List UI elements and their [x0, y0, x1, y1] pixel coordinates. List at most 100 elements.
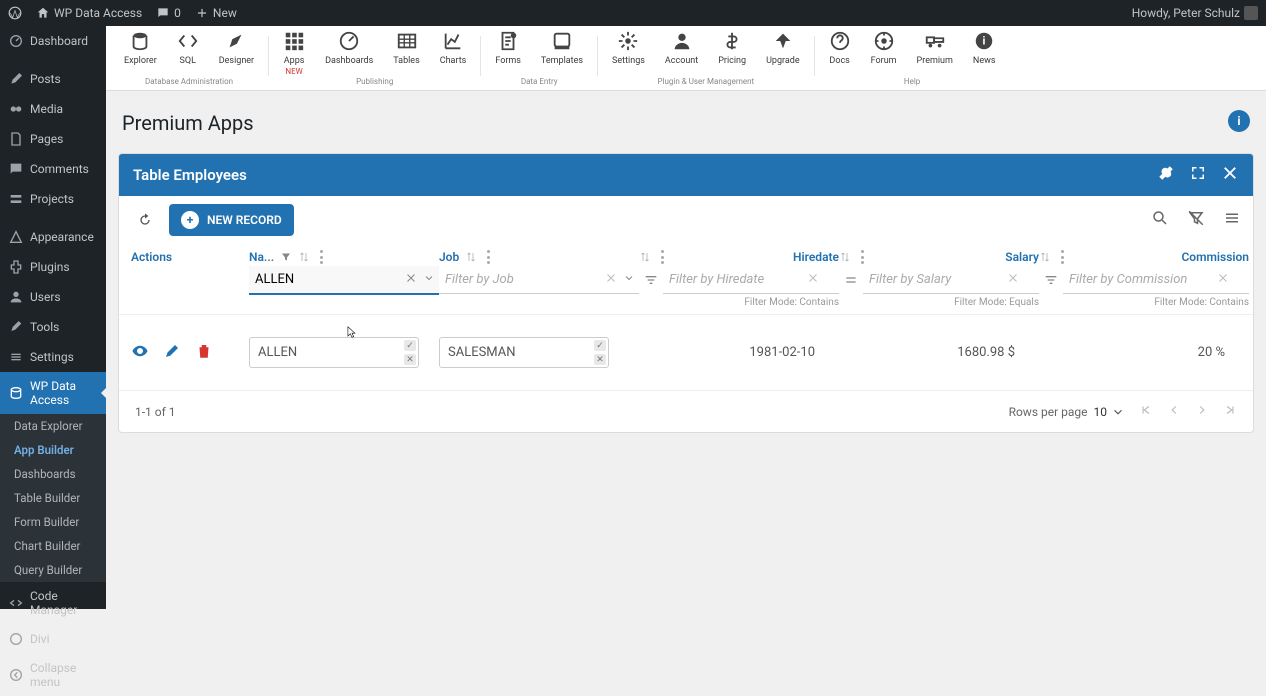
sidebar-item-divi[interactable]: Divi: [0, 624, 106, 654]
tool-settings[interactable]: Settings: [602, 30, 655, 75]
greeting[interactable]: Howdy, Peter Schulz: [1132, 6, 1258, 20]
tool-forum[interactable]: Forum: [861, 30, 907, 75]
info-button[interactable]: i: [1228, 110, 1250, 132]
confirm-icon[interactable]: ✓: [404, 340, 416, 351]
first-page-icon[interactable]: [1139, 403, 1153, 420]
tool-tables[interactable]: Tables: [383, 30, 429, 75]
cancel-icon[interactable]: ✕: [594, 354, 606, 365]
table-footer: 1-1 of 1 Rows per page 10: [119, 391, 1253, 432]
rows-per-page-select[interactable]: 10: [1094, 405, 1126, 419]
tool-dashboards[interactable]: Dashboards: [315, 30, 383, 75]
tool-docs[interactable]: Docs: [819, 30, 861, 75]
group-caption: Publishing: [356, 77, 393, 86]
tool-explorer[interactable]: Explorer: [114, 30, 167, 75]
filter-mode-icon[interactable]: [839, 266, 863, 294]
refresh-button[interactable]: [131, 206, 159, 234]
delete-icon[interactable]: [195, 342, 213, 364]
confirm-icon[interactable]: ✓: [594, 340, 606, 351]
site-link[interactable]: WP Data Access: [36, 6, 142, 20]
filter-mode-icon[interactable]: [639, 266, 663, 294]
col-commission[interactable]: Commission: [1039, 250, 1249, 264]
clear-icon[interactable]: [1005, 272, 1019, 286]
comments-link[interactable]: 0: [156, 6, 181, 20]
menu-icon[interactable]: [1223, 209, 1241, 231]
sidebar-item-posts[interactable]: Posts: [0, 64, 106, 94]
col-menu-icon[interactable]: [320, 250, 323, 264]
new-link[interactable]: New: [195, 6, 237, 20]
cell-job-input[interactable]: [439, 337, 609, 368]
col-menu-icon[interactable]: [1061, 250, 1064, 264]
sub-chart-builder[interactable]: Chart Builder: [0, 534, 106, 558]
filter-icon: [280, 251, 292, 263]
view-icon[interactable]: [131, 342, 149, 364]
clear-icon[interactable]: [605, 272, 619, 286]
tool-templates[interactable]: Templates: [531, 30, 593, 75]
wp-logo-icon[interactable]: [8, 6, 22, 20]
sidebar-item-comments[interactable]: Comments: [0, 154, 106, 184]
tool-designer[interactable]: Designer: [209, 30, 264, 75]
next-page-icon[interactable]: [1195, 403, 1209, 420]
sidebar-item-dashboard[interactable]: Dashboard: [0, 26, 106, 56]
col-job[interactable]: Job: [439, 250, 639, 264]
sub-dashboards[interactable]: Dashboards: [0, 462, 106, 486]
sort-icon[interactable]: [465, 251, 477, 263]
col-name[interactable]: Na...: [249, 250, 439, 264]
sub-table-builder[interactable]: Table Builder: [0, 486, 106, 510]
card-toolbar: +NEW RECORD: [119, 196, 1253, 244]
sub-app-builder[interactable]: App Builder: [0, 438, 106, 462]
sort-icon[interactable]: [839, 251, 851, 263]
clear-icon[interactable]: [805, 272, 819, 286]
group-caption: Help: [904, 77, 920, 86]
sidebar-submenu: Data Explorer App Builder Dashboards Tab…: [0, 414, 106, 582]
tool-premium[interactable]: Premium: [907, 30, 963, 75]
col-salary[interactable]: Salary: [839, 250, 1039, 264]
new-record-button[interactable]: +NEW RECORD: [169, 204, 294, 236]
sidebar-item-wpda[interactable]: WP Data Access: [0, 372, 106, 414]
tool-forms[interactable]: Forms: [485, 30, 531, 75]
wrench-icon[interactable]: [1157, 164, 1175, 186]
prev-page-icon[interactable]: [1167, 403, 1181, 420]
sidebar-item-media[interactable]: Media: [0, 94, 106, 124]
sidebar-item-settings[interactable]: Settings: [0, 342, 106, 372]
tool-news[interactable]: iNews: [963, 30, 1006, 75]
tool-account[interactable]: Account: [655, 30, 708, 75]
fullscreen-icon[interactable]: [1189, 164, 1207, 186]
col-hiredate[interactable]: Hiredate: [639, 250, 839, 264]
tool-charts[interactable]: Charts: [430, 30, 477, 75]
chevron-down-icon[interactable]: [623, 272, 637, 286]
filter-mode-icon[interactable]: [1039, 266, 1063, 294]
col-menu-icon[interactable]: [661, 250, 664, 264]
sidebar-item-appearance[interactable]: Appearance: [0, 222, 106, 252]
clear-icon[interactable]: [405, 272, 419, 286]
sidebar-item-projects[interactable]: Projects: [0, 184, 106, 214]
sub-form-builder[interactable]: Form Builder: [0, 510, 106, 534]
close-icon[interactable]: [1221, 164, 1239, 186]
tool-sql[interactable]: SQL: [167, 30, 209, 75]
cancel-icon[interactable]: ✕: [404, 354, 416, 365]
sidebar-item-code-manager[interactable]: Code Manager: [0, 582, 106, 624]
last-page-icon[interactable]: [1223, 403, 1237, 420]
filter-mode-label: Filter Mode: Equals: [839, 297, 1039, 308]
sidebar-item-tools[interactable]: Tools: [0, 312, 106, 342]
sub-query-builder[interactable]: Query Builder: [0, 558, 106, 582]
sidebar-item-pages[interactable]: Pages: [0, 124, 106, 154]
tool-upgrade[interactable]: Upgrade: [756, 30, 810, 75]
search-icon[interactable]: [1151, 209, 1169, 231]
cell-name-input[interactable]: [249, 337, 419, 368]
tool-apps[interactable]: AppsNEW: [273, 30, 315, 75]
sidebar-item-collapse[interactable]: Collapse menu: [0, 654, 106, 696]
sort-icon[interactable]: [639, 251, 651, 263]
sub-data-explorer[interactable]: Data Explorer: [0, 414, 106, 438]
tool-pricing[interactable]: Pricing: [708, 30, 756, 75]
main-content: Explorer SQL Designer Database Administr…: [106, 26, 1266, 609]
filter-off-icon[interactable]: [1187, 209, 1205, 231]
sort-icon[interactable]: [1039, 251, 1051, 263]
clear-icon[interactable]: [1215, 272, 1229, 286]
col-menu-icon[interactable]: [861, 250, 864, 264]
sidebar-item-plugins[interactable]: Plugins: [0, 252, 106, 282]
sort-icon[interactable]: [298, 251, 310, 263]
chevron-down-icon[interactable]: [423, 272, 437, 286]
edit-icon[interactable]: [163, 342, 181, 364]
sidebar-item-users[interactable]: Users: [0, 282, 106, 312]
col-menu-icon[interactable]: [487, 250, 490, 264]
